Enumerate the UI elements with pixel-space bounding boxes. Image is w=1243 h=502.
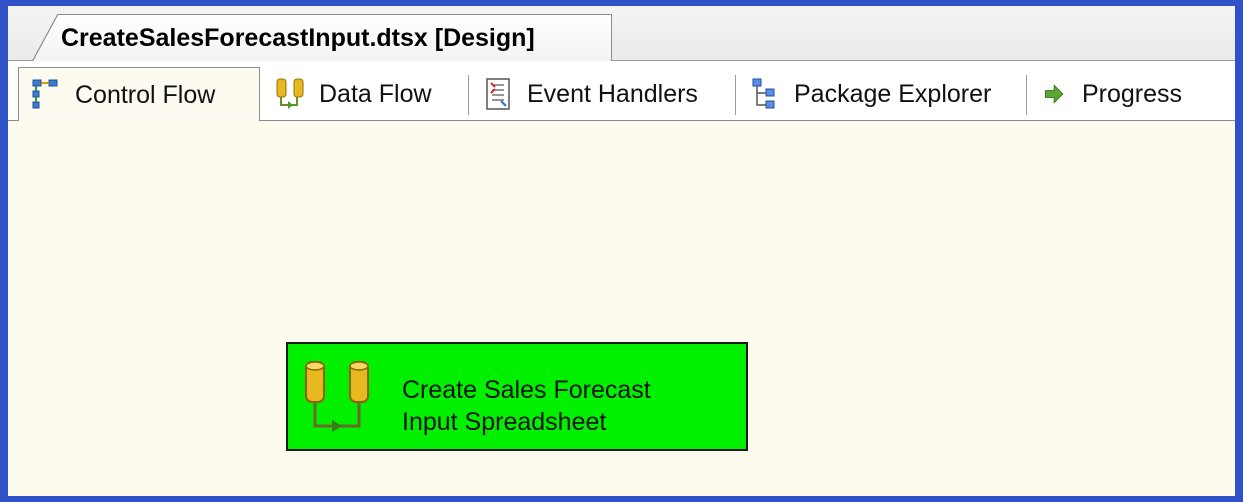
progress-arrow-icon: [1045, 84, 1064, 104]
control-flow-canvas[interactable]: Create Sales Forecast Input Spreadsheet: [8, 121, 1235, 496]
tab-separator: [735, 75, 736, 115]
tab-label: Control Flow: [75, 80, 216, 109]
data-flow-icon: [276, 78, 304, 109]
tab-label: Event Handlers: [527, 79, 698, 108]
tab-separator: [468, 75, 469, 115]
tab-package-explorer[interactable]: Package Explorer: [738, 67, 991, 121]
tab-event-handlers[interactable]: Event Handlers: [471, 67, 698, 121]
task-label: Create Sales Forecast Input Spreadsheet: [402, 374, 651, 438]
task-label-line1: Create Sales Forecast: [402, 376, 651, 404]
data-flow-task[interactable]: Create Sales Forecast Input Spreadsheet: [286, 342, 748, 451]
tab-separator: [1026, 75, 1027, 115]
document-tab-strip: CreateSalesForecastInput.dtsx [Design]: [8, 6, 1235, 62]
event-handlers-icon: [486, 78, 510, 110]
task-label-line2: Input Spreadsheet: [402, 408, 607, 436]
tab-data-flow[interactable]: Data Flow: [263, 67, 432, 121]
package-explorer-icon: [752, 78, 775, 109]
document-tab[interactable]: CreateSalesForecastInput.dtsx [Design]: [32, 14, 612, 62]
tab-progress[interactable]: Progress: [1030, 67, 1182, 121]
tab-label: Package Explorer: [794, 79, 992, 108]
control-flow-icon: [32, 79, 58, 109]
tab-control-flow[interactable]: Control Flow: [18, 67, 260, 123]
document-tab-title: CreateSalesForecastInput.dtsx [Design]: [61, 24, 535, 52]
designer-tab-strip: Control Flow Data Flow Event Handlers Pa…: [8, 61, 1235, 123]
data-flow-task-icon: [305, 361, 369, 432]
tab-label: Progress: [1082, 79, 1183, 108]
tab-label: Data Flow: [319, 79, 432, 108]
